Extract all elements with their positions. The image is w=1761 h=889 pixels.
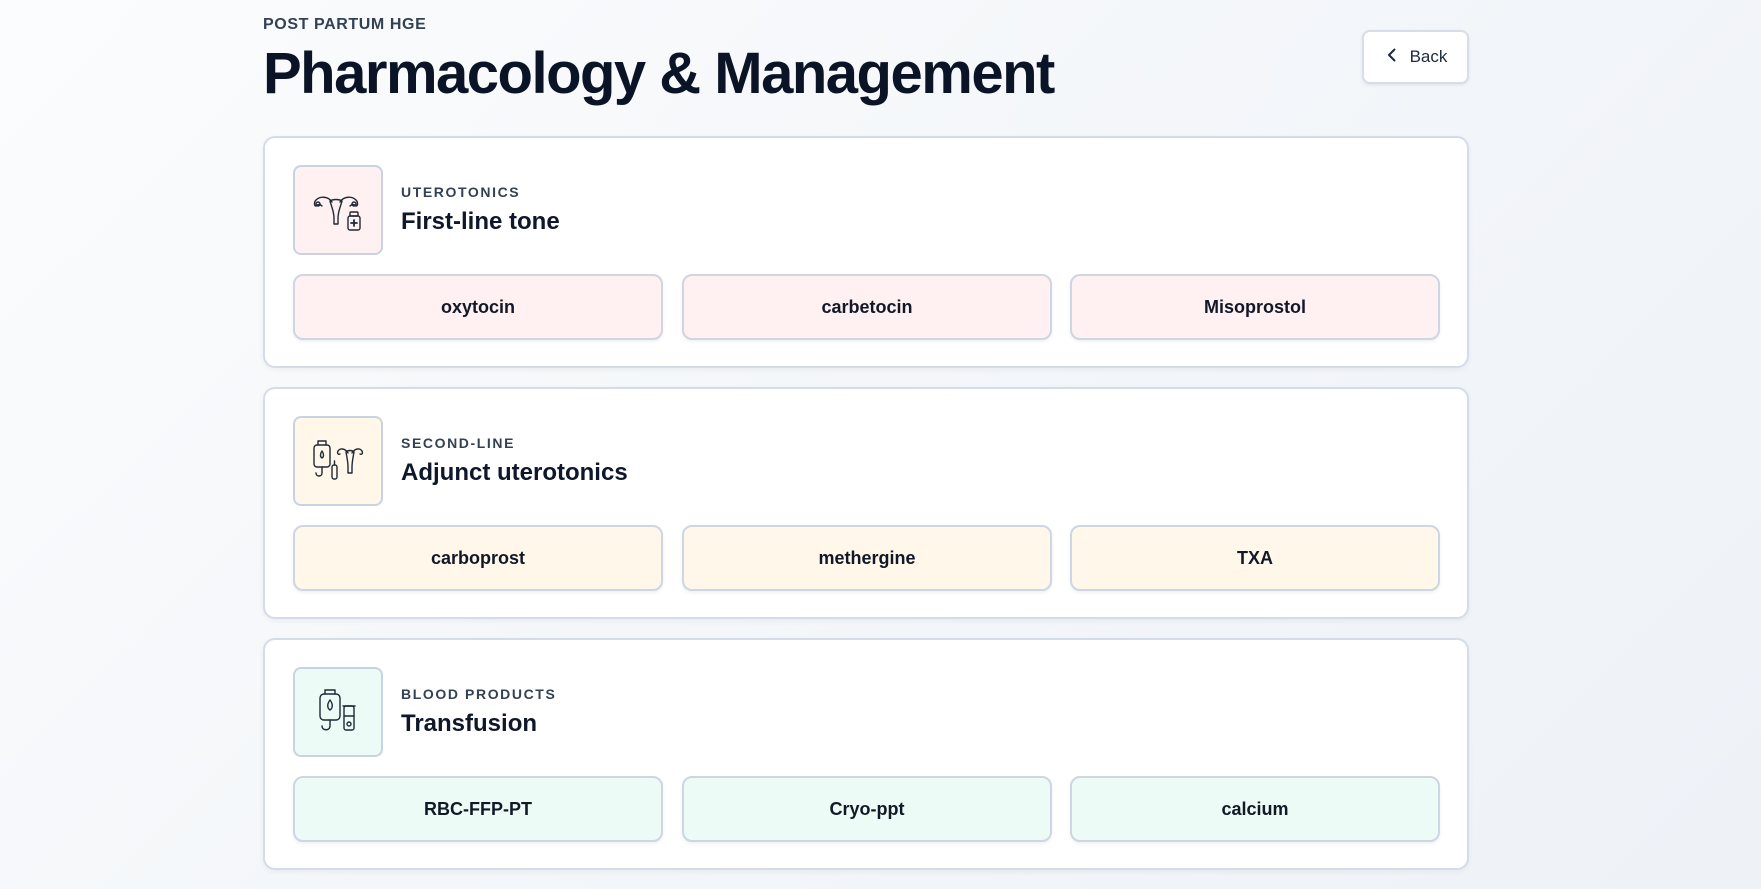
card-title: Adjunct uterotonics bbox=[401, 459, 628, 486]
product-chip-calcium[interactable]: calcium bbox=[1070, 776, 1440, 842]
card-title: First-line tone bbox=[401, 208, 560, 235]
iv-bag-uterus-icon bbox=[293, 416, 383, 506]
drug-chip-carbetocin[interactable]: carbetocin bbox=[682, 274, 1052, 340]
uterus-medication-icon bbox=[293, 165, 383, 255]
drug-chip-carboprost[interactable]: carboprost bbox=[293, 525, 663, 591]
drug-chip-misoprostol[interactable]: Misoprostol bbox=[1070, 274, 1440, 340]
back-button[interactable]: Back bbox=[1362, 30, 1469, 84]
blood-bag-icon bbox=[293, 667, 383, 757]
product-chip-rbc-ffp-pt[interactable]: RBC-FFP-PT bbox=[293, 776, 663, 842]
page-title: Pharmacology & Management bbox=[263, 41, 1055, 106]
page-eyebrow: POST PARTUM HGE bbox=[263, 16, 427, 33]
card-eyebrow: BLOOD PRODUCTS bbox=[401, 686, 557, 702]
card-uterotonics: UTEROTONICS First-line tone oxytocin car… bbox=[263, 136, 1469, 368]
drug-chip-oxytocin[interactable]: oxytocin bbox=[293, 274, 663, 340]
back-button-label: Back bbox=[1409, 47, 1448, 66]
card-second-line: SECOND-LINE Adjunct uterotonics carbopro… bbox=[263, 387, 1469, 619]
drug-chip-txa[interactable]: TXA bbox=[1070, 525, 1440, 591]
drug-chip-methergine[interactable]: methergine bbox=[682, 525, 1052, 591]
card-title: Transfusion bbox=[401, 710, 538, 737]
card-eyebrow: SECOND-LINE bbox=[401, 435, 516, 451]
product-chip-cryo-ppt[interactable]: Cryo-ppt bbox=[682, 776, 1052, 842]
chevron-left-icon bbox=[1384, 47, 1400, 68]
card-eyebrow: UTEROTONICS bbox=[401, 184, 521, 200]
card-blood-products: BLOOD PRODUCTS Transfusion RBC-FFP-PT Cr… bbox=[263, 638, 1469, 870]
